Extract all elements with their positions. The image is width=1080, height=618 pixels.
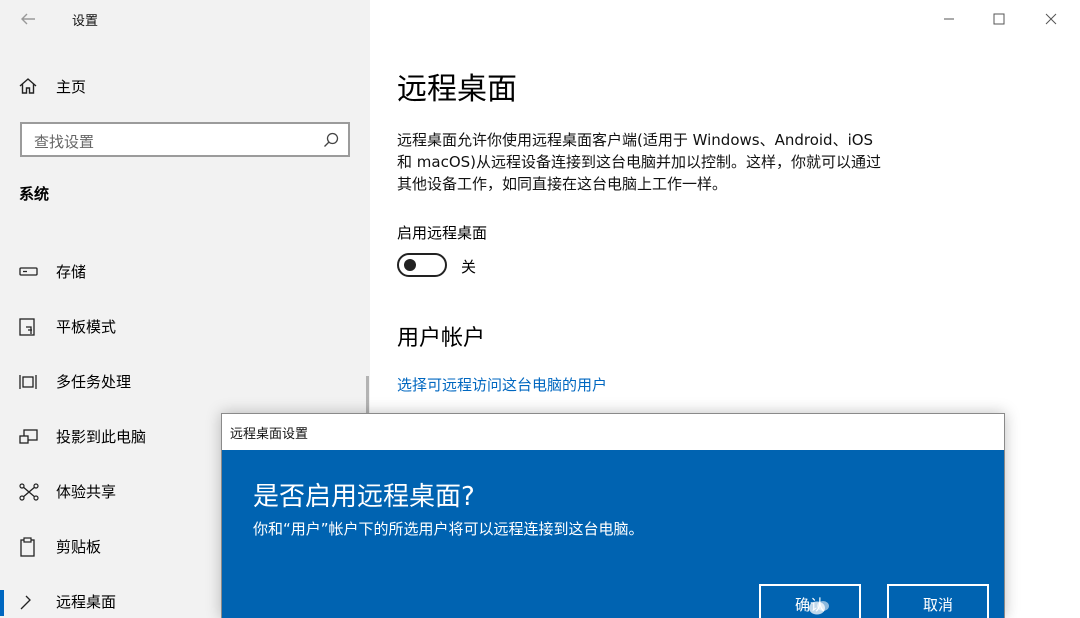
home-nav-item[interactable]: 主页	[18, 72, 86, 100]
home-label: 主页	[56, 77, 87, 96]
minimize-icon	[944, 18, 954, 20]
sidebar-item-multitasking[interactable]: 多任务处理	[0, 362, 370, 402]
section-title: 系统	[19, 185, 50, 203]
description: 远程桌面允许你使用远程桌面客户端(适用于 Windows、Android、iOS…	[397, 129, 917, 195]
description-line: 其他设备工作，如同直接在这台电脑上工作一样。	[397, 175, 728, 193]
sidebar-item-label: 剪贴板	[56, 538, 102, 556]
storage-icon	[19, 267, 38, 276]
sidebar-item-label: 存储	[56, 263, 87, 281]
search-input[interactable]: 查找设置	[20, 122, 350, 157]
search-placeholder: 查找设置	[34, 133, 95, 151]
window-title: 设置	[72, 14, 99, 29]
description-line: 和 macOS)从远程设备连接到这台电脑并加以控制。这样，你就可以通过	[397, 153, 882, 171]
accounts-heading: 用户帐户	[397, 326, 486, 351]
remote-desktop-icon	[20, 595, 31, 610]
home-icon	[19, 78, 37, 94]
maximize-icon	[993, 13, 1005, 25]
back-arrow-icon	[21, 13, 35, 25]
back-button[interactable]	[14, 6, 42, 32]
minimize-button[interactable]	[926, 4, 972, 34]
select-users-link[interactable]: 选择可远程访问这台电脑的用户	[397, 374, 607, 395]
watermark-logo-icon	[809, 601, 829, 615]
toggle-label: 启用远程桌面	[397, 224, 488, 242]
dialog-heading: 是否启用远程桌面?	[253, 482, 475, 512]
page-title: 远程桌面	[397, 72, 517, 107]
sidebar-item-tablet-mode[interactable]: 平板模式	[0, 307, 370, 347]
close-button[interactable]	[1028, 4, 1074, 34]
sidebar-item-label: 远程桌面	[56, 593, 117, 611]
dialog-body: 是否启用远程桌面? 你和“用户”帐户下的所选用户将可以远程连接到这台电脑。 确认…	[222, 450, 1004, 618]
sidebar-item-label: 多任务处理	[56, 373, 132, 391]
dialog-title: 远程桌面设置	[230, 427, 309, 442]
sidebar-item-label: 平板模式	[56, 318, 117, 336]
enable-remote-desktop-toggle[interactable]	[397, 253, 447, 277]
sidebar-item-label: 投影到此电脑	[56, 428, 147, 446]
close-icon	[1045, 13, 1057, 25]
maximize-button[interactable]	[976, 4, 1022, 34]
project-to-pc-icon	[19, 429, 38, 444]
description-line: 远程桌面允许你使用远程桌面客户端(适用于 Windows、Android、iOS	[397, 131, 874, 149]
toggle-state: 关	[461, 258, 477, 276]
clipboard-icon	[20, 537, 35, 557]
dialog-message: 你和“用户”帐户下的所选用户将可以远程连接到这台电脑。	[253, 520, 644, 538]
sidebar-item-label: 体验共享	[56, 483, 117, 501]
tablet-mode-icon	[19, 318, 35, 336]
toggle-knob	[404, 259, 416, 271]
search-icon[interactable]	[322, 131, 340, 149]
remote-desktop-dialog: 远程桌面设置 是否启用远程桌面? 你和“用户”帐户下的所选用户将可以远程连接到这…	[221, 413, 1005, 618]
shared-experiences-icon	[19, 483, 39, 501]
multitasking-icon	[19, 375, 37, 389]
watermark	[808, 596, 1080, 618]
sidebar-item-storage[interactable]: 存储	[0, 252, 370, 292]
